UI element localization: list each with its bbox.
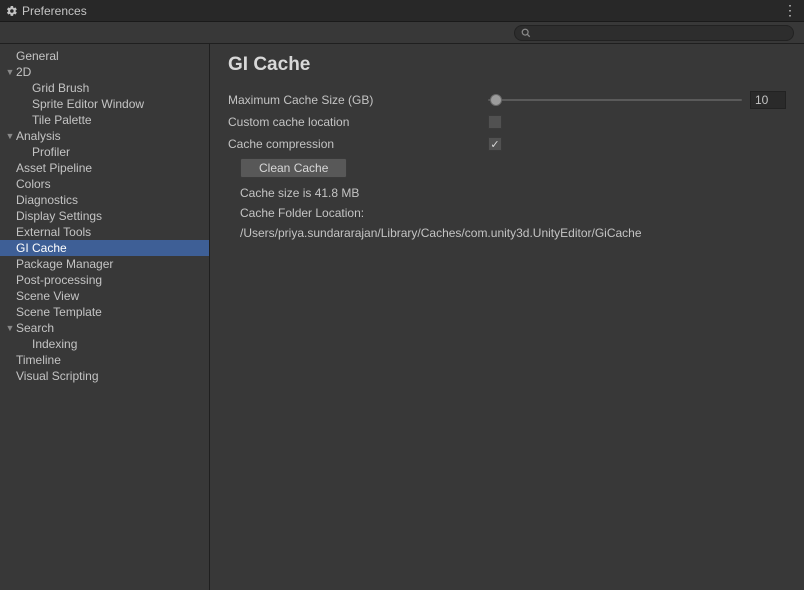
sidebar-item-label: General [16,49,59,63]
cache-folder-label: Cache Folder Location: [240,204,786,222]
sidebar-item-tile-palette[interactable]: Tile Palette [0,112,209,128]
sidebar-item-label: Post-processing [16,273,102,287]
sidebar-item-post-processing[interactable]: Post-processing [0,272,209,288]
sidebar-item-indexing[interactable]: Indexing [0,336,209,352]
sidebar-item-display-settings[interactable]: Display Settings [0,208,209,224]
sidebar-item-grid-brush[interactable]: Grid Brush [0,80,209,96]
sidebar-item-timeline[interactable]: Timeline [0,352,209,368]
custom-location-label: Custom cache location [228,115,488,129]
custom-location-row: Custom cache location [228,112,786,132]
max-cache-field[interactable] [750,91,786,109]
clean-cache-button[interactable]: Clean Cache [240,158,347,178]
search-input-wrap[interactable] [514,25,794,41]
sidebar-item-label: Package Manager [16,257,113,271]
chevron-down-icon[interactable]: ▼ [4,131,16,141]
main-panel: GI Cache Maximum Cache Size (GB) Custom … [210,44,804,590]
sidebar-item-label: Indexing [32,337,77,351]
sidebar-item-label: Asset Pipeline [16,161,92,175]
sidebar-item-label: Tile Palette [32,113,92,127]
sidebar-item-label: Colors [16,177,51,191]
sidebar-item-scene-view[interactable]: Scene View [0,288,209,304]
sidebar-item-external-tools[interactable]: External Tools [0,224,209,240]
sidebar-item-general[interactable]: General [0,48,209,64]
sidebar-item-diagnostics[interactable]: Diagnostics [0,192,209,208]
sidebar-item-package-manager[interactable]: Package Manager [0,256,209,272]
sidebar-item-label: Profiler [32,145,70,159]
sidebar-item-gi-cache[interactable]: GI Cache [0,240,209,256]
sidebar-item-label: Search [16,321,54,335]
sidebar-item-2d[interactable]: ▼2D [0,64,209,80]
sidebar-item-label: Sprite Editor Window [32,97,144,111]
sidebar-item-asset-pipeline[interactable]: Asset Pipeline [0,160,209,176]
max-cache-row: Maximum Cache Size (GB) [228,90,786,110]
sidebar-item-scene-template[interactable]: Scene Template [0,304,209,320]
sidebar-item-visual-scripting[interactable]: Visual Scripting [0,368,209,384]
sidebar-item-search[interactable]: ▼Search [0,320,209,336]
max-cache-label: Maximum Cache Size (GB) [228,93,488,107]
sidebar-item-label: 2D [16,65,31,79]
kebab-menu-icon[interactable]: ⋮ [783,2,798,19]
sidebar-item-label: External Tools [16,225,91,239]
sidebar-item-label: Scene Template [16,305,102,319]
custom-location-checkbox[interactable] [488,115,502,129]
sidebar-item-label: GI Cache [16,241,67,255]
sidebar-item-label: Grid Brush [32,81,89,95]
compression-row: Cache compression ✓ [228,134,786,154]
titlebar: Preferences ⋮ [0,0,804,22]
sidebar-item-label: Analysis [16,129,61,143]
window-title: Preferences [22,4,87,18]
max-cache-slider[interactable] [488,91,786,109]
page-title: GI Cache [228,54,786,76]
chevron-down-icon[interactable]: ▼ [4,323,16,333]
sidebar-item-label: Display Settings [16,209,102,223]
slider-thumb[interactable] [490,94,502,106]
slider-track[interactable] [488,99,742,101]
sidebar-item-colors[interactable]: Colors [0,176,209,192]
sidebar-item-label: Scene View [16,289,79,303]
gear-icon [6,5,18,17]
sidebar-item-label: Visual Scripting [16,369,99,383]
sidebar-item-analysis[interactable]: ▼Analysis [0,128,209,144]
sidebar-item-profiler[interactable]: Profiler [0,144,209,160]
chevron-down-icon[interactable]: ▼ [4,67,16,77]
sidebar-item-label: Timeline [16,353,61,367]
compression-label: Cache compression [228,137,488,151]
cache-size-text: Cache size is 41.8 MB [240,184,786,202]
compression-checkbox[interactable]: ✓ [488,137,502,151]
cache-folder-path: /Users/priya.sundararajan/Library/Caches… [240,224,786,242]
search-input[interactable] [535,27,787,39]
search-icon [521,28,531,38]
sidebar: General▼2DGrid BrushSprite Editor Window… [0,44,210,590]
sidebar-item-label: Diagnostics [16,193,78,207]
sidebar-item-sprite-editor-window[interactable]: Sprite Editor Window [0,96,209,112]
toolbar [0,22,804,44]
